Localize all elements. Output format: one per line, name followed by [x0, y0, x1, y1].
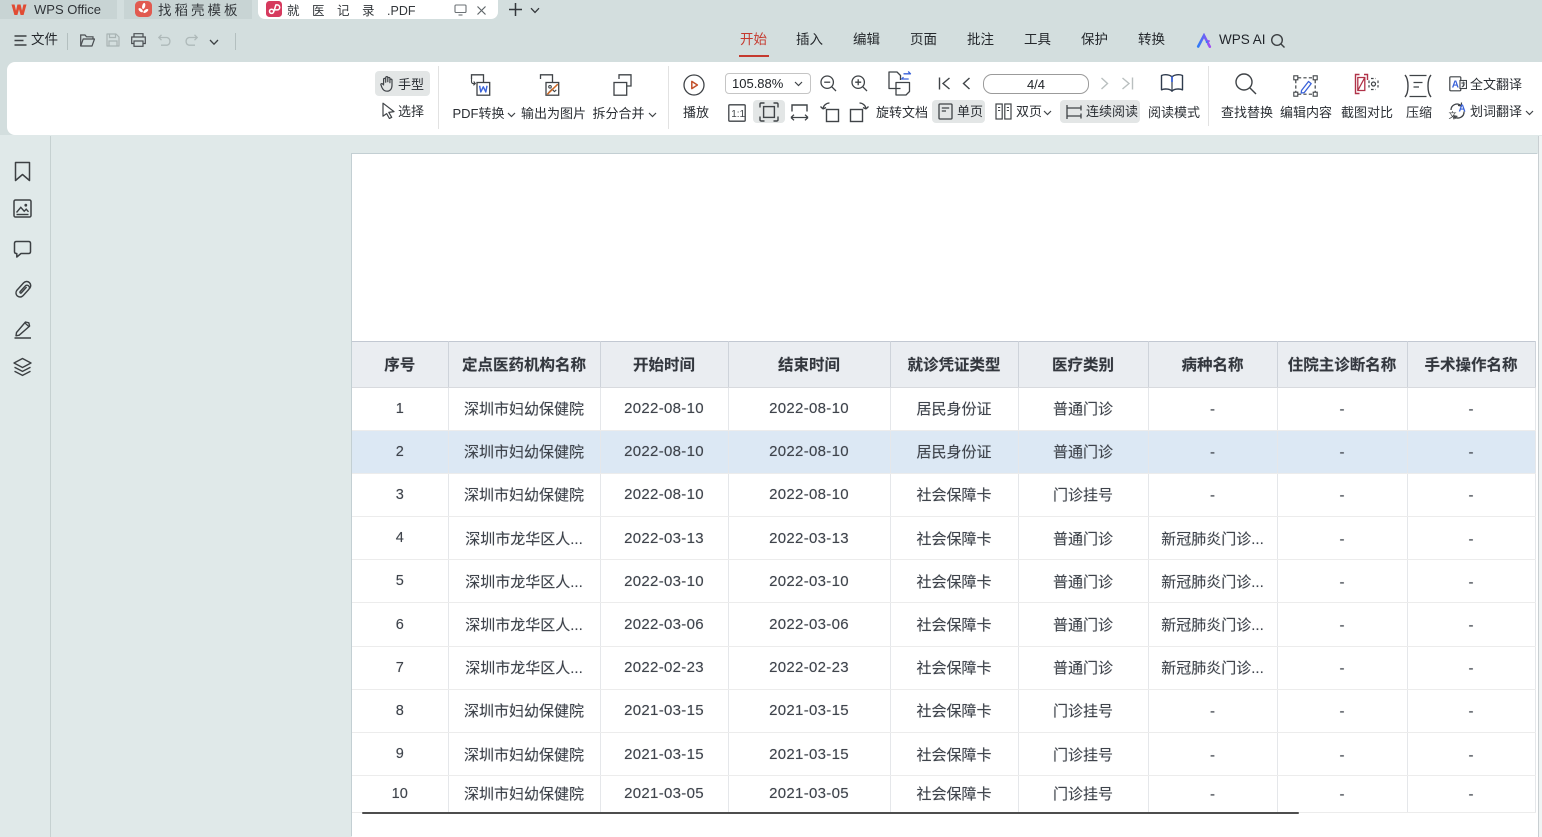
svg-text:A: A — [1459, 104, 1466, 115]
svg-text:A: A — [1452, 80, 1459, 91]
svg-text:文: 文 — [1449, 110, 1457, 120]
svg-text:1:1: 1:1 — [731, 109, 745, 120]
